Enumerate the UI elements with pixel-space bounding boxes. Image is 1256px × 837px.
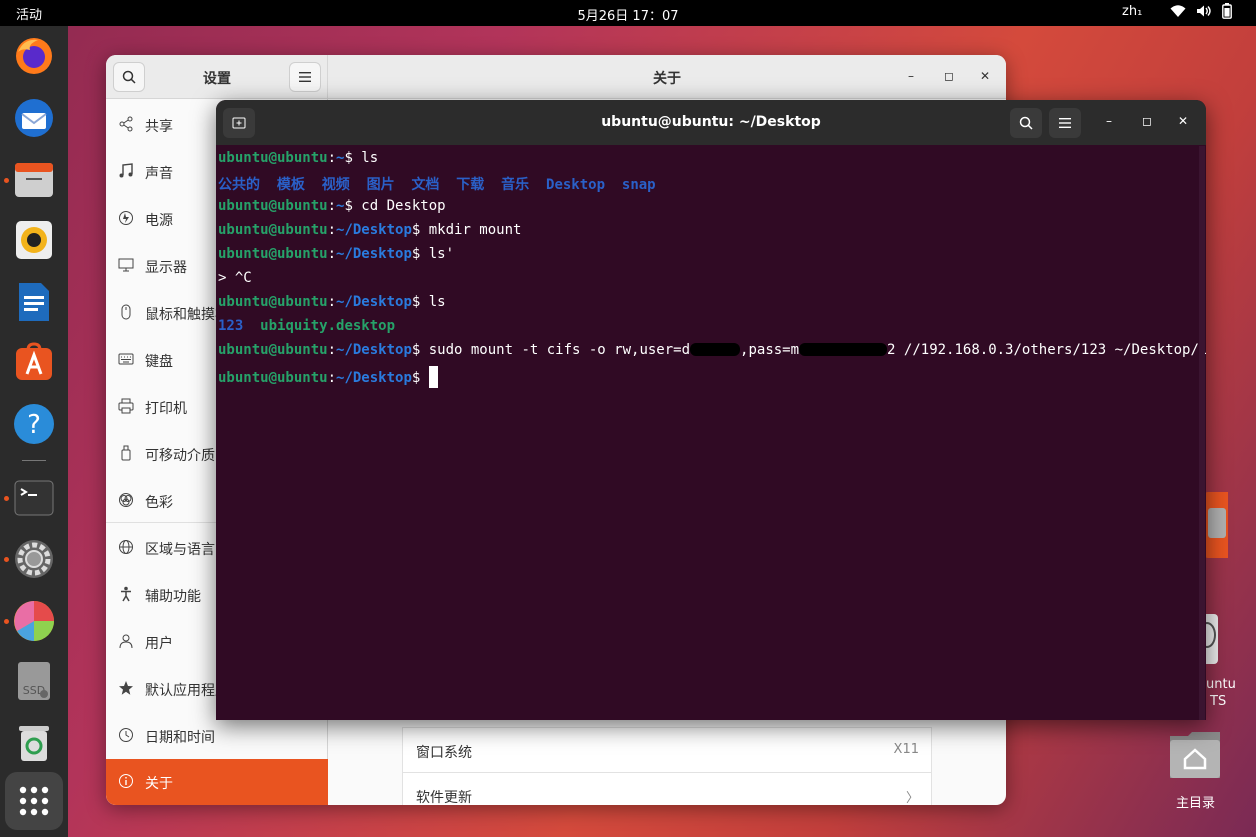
- document-icon: [19, 283, 49, 321]
- terminal-scrollbar[interactable]: [1199, 146, 1205, 720]
- show-apps-button[interactable]: [5, 772, 63, 830]
- grid-icon: [19, 786, 49, 816]
- firefox-dock-item[interactable]: [12, 34, 56, 78]
- new-tab-button[interactable]: [223, 108, 255, 138]
- terminal-line: ubuntu@ubuntu:~/Desktop$: [218, 366, 438, 388]
- thunderbird-dock-item[interactable]: [12, 96, 56, 140]
- hamburger-icon: [1059, 118, 1071, 128]
- help-dock-item[interactable]: ?: [12, 402, 56, 446]
- maximize-button[interactable]: ◻: [1142, 114, 1152, 128]
- terminal-line: 公共的 模板 视频 图片 文档 下载 音乐 Desktop snap: [218, 177, 656, 193]
- info-icon: [119, 774, 133, 788]
- app-center-dock-item[interactable]: [12, 340, 56, 384]
- mouse-icon: [121, 304, 131, 320]
- desktop-partial-icon-1[interactable]: [1204, 492, 1228, 558]
- trash-dock-item[interactable]: [12, 720, 56, 764]
- thunderbird-icon: [15, 99, 53, 137]
- settings-menu-button[interactable]: [289, 62, 321, 92]
- terminal-line: ubuntu@ubuntu:~/Desktop$ mkdir mount: [218, 222, 522, 238]
- keyboard-icon: [118, 353, 134, 365]
- terminal-header-bar: ubuntu@ubuntu: ~/Desktop – ◻ ✕: [216, 100, 1206, 145]
- new-tab-icon: [232, 117, 246, 129]
- battery-icon: [1222, 3, 1232, 19]
- home-folder-label: 主目录: [1176, 796, 1216, 811]
- globe-icon: [119, 540, 133, 554]
- system-tray[interactable]: [1170, 3, 1232, 19]
- maximize-button[interactable]: ◻: [944, 69, 954, 83]
- usb-icon: [121, 445, 131, 461]
- app-store-icon: [16, 342, 52, 380]
- input-method-indicator[interactable]: zh₁: [1122, 4, 1142, 19]
- terminal-line: 123 ubiquity.desktop: [218, 318, 396, 334]
- accessibility-icon: [121, 586, 131, 602]
- search-icon: [1019, 116, 1033, 130]
- disk-usage-dock-item[interactable]: [12, 599, 56, 643]
- top-bar: 活动 5月26日 17：07 zh₁: [0, 0, 1256, 26]
- settings-panel-title: 关于: [653, 71, 681, 87]
- terminal-line: ubuntu@ubuntu:~$ cd Desktop: [218, 198, 446, 214]
- about-row-windowing-system: 窗口系统 X11: [402, 727, 932, 773]
- gear-icon: [15, 540, 53, 578]
- rhythmbox-dock-item[interactable]: [12, 218, 56, 262]
- star-icon: [119, 681, 133, 695]
- dock: ? SSD: [0, 26, 68, 837]
- clock[interactable]: 5月26日 17：07: [0, 5, 1256, 24]
- power-icon: [119, 211, 133, 225]
- minimize-button[interactable]: –: [908, 69, 914, 83]
- sidebar-item-about[interactable]: 关于: [106, 759, 328, 805]
- writer-dock-item[interactable]: [12, 280, 56, 324]
- svg-text:?: ?: [27, 410, 41, 440]
- activities-button[interactable]: 活动: [16, 4, 42, 23]
- terminal-line: ubuntu@ubuntu:~$ ls: [218, 150, 379, 166]
- redaction-mark: [799, 343, 888, 356]
- terminal-window: ubuntu@ubuntu: ~/Desktop – ◻ ✕ ubuntu@ub…: [216, 100, 1206, 720]
- color-icon: [119, 493, 133, 507]
- desktop-partial-label: untu: [1206, 677, 1236, 692]
- about-row-software-updates[interactable]: 软件更新 〉: [402, 772, 932, 805]
- terminal-menu-button[interactable]: [1049, 108, 1081, 138]
- text-cursor: [428, 366, 438, 388]
- home-folder-desktop-icon[interactable]: [1168, 730, 1222, 780]
- trash-icon: [19, 726, 49, 761]
- settings-dock-item[interactable]: [12, 537, 56, 581]
- redaction-mark: [690, 343, 741, 356]
- terminal-icon: [14, 480, 54, 516]
- printer-icon: [118, 398, 134, 414]
- volume-icon: [1197, 5, 1211, 17]
- pie-chart-icon: [14, 601, 54, 641]
- speaker-icon: [16, 221, 52, 259]
- firefox-icon: [16, 38, 52, 74]
- user-icon: [119, 634, 133, 649]
- disk-icon: SSD: [18, 662, 50, 700]
- terminal-output[interactable]: ubuntu@ubuntu:~$ ls 公共的 模板 视频 图片 文档 下载 音…: [216, 146, 1206, 720]
- terminal-line: ubuntu@ubuntu:~/Desktop$ ls': [218, 246, 455, 262]
- settings-header-bar: 设置 关于 – ◻ ✕: [106, 55, 1006, 99]
- minimize-button[interactable]: –: [1106, 114, 1112, 128]
- share-icon: [119, 116, 133, 132]
- terminal-search-button[interactable]: [1010, 108, 1042, 138]
- close-button[interactable]: ✕: [980, 69, 990, 83]
- terminal-dock-item[interactable]: [12, 476, 56, 520]
- ssd-dock-item[interactable]: SSD: [12, 659, 56, 703]
- music-note-icon: [119, 163, 133, 178]
- terminal-line: > ^C: [218, 270, 252, 286]
- help-icon: ?: [14, 404, 54, 444]
- terminal-line: ubuntu@ubuntu:~/Desktop$ ls: [218, 294, 446, 310]
- hamburger-icon: [299, 72, 311, 82]
- clock-icon: [119, 728, 133, 742]
- terminal-line: ubuntu@ubuntu:~/Desktop$ sudo mount -t c…: [218, 342, 1206, 358]
- files-dock-item[interactable]: [12, 158, 56, 202]
- home-folder-icon: [1170, 732, 1220, 778]
- wifi-icon: [1170, 5, 1186, 17]
- display-icon: [118, 258, 134, 272]
- folder-icon: [15, 163, 53, 197]
- close-button[interactable]: ✕: [1178, 114, 1188, 128]
- desktop-partial-label: TS: [1210, 694, 1227, 709]
